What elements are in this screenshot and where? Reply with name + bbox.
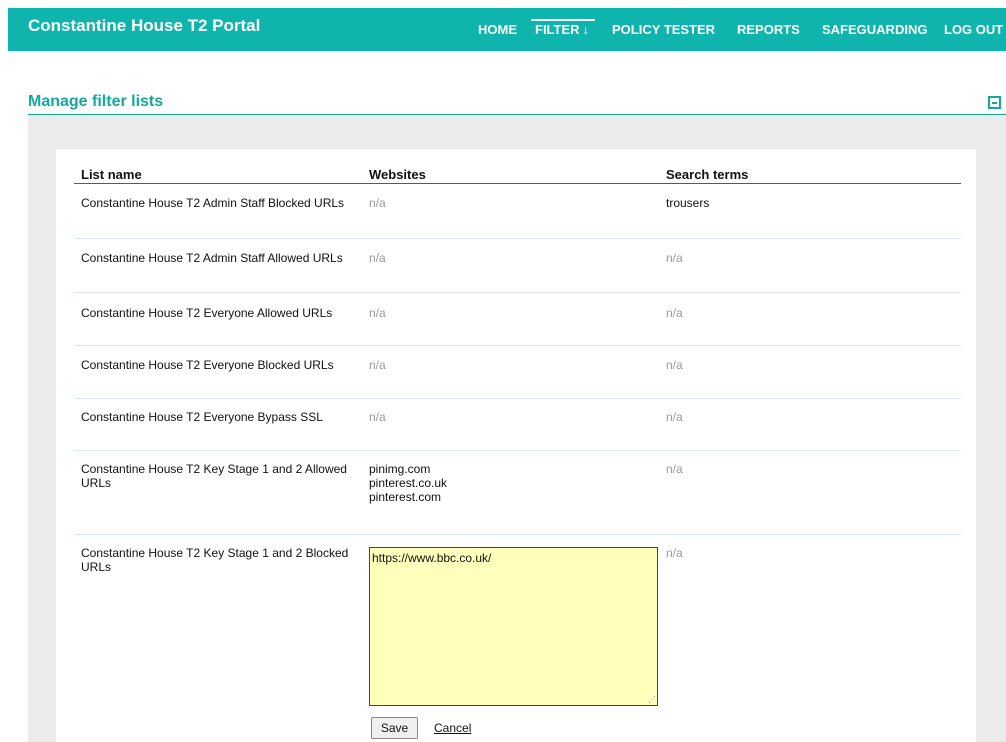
row-separator (74, 450, 961, 451)
table-header-rule (74, 183, 961, 184)
nav-home[interactable]: HOME (478, 8, 517, 51)
nav-policy-tester[interactable]: POLICY TESTER (612, 8, 715, 51)
row-5-websites[interactable]: n/a (369, 410, 649, 424)
row-2-list-name: Constantine House T2 Admin Staff Allowed… (81, 251, 343, 265)
portal-brand[interactable]: Constantine House T2 Portal (28, 16, 260, 36)
row-7-list-name: Constantine House T2 Key Stage 1 and 2 B… (81, 546, 349, 574)
row-1-websites[interactable]: n/a (369, 196, 649, 210)
row-2-search-terms[interactable]: n/a (666, 251, 946, 265)
row-4-list-name: Constantine House T2 Everyone Blocked UR… (81, 358, 334, 372)
row-1-list-name: Constantine House T2 Admin Staff Blocked… (81, 196, 345, 210)
row-3-list-name: Constantine House T2 Everyone Allowed UR… (81, 306, 333, 320)
row-6-websites[interactable]: pinimg.com pinterest.co.uk pinterest.com (369, 462, 649, 504)
nav-filter[interactable]: FILTER ↓ (530, 8, 596, 51)
row-3-search-terms[interactable]: n/a (666, 306, 946, 320)
row-3-websites[interactable]: n/a (369, 306, 649, 320)
row-5-search-terms[interactable]: n/a (666, 410, 946, 424)
nav-safeguarding[interactable]: SAFEGUARDING (822, 8, 927, 51)
nav-filter-label: FILTER (535, 22, 580, 37)
collapse-minus-icon[interactable] (988, 96, 1001, 109)
websites-editor[interactable]: https://www.bbc.co.uk/ (369, 547, 658, 706)
website-entry: pinterest.com (369, 490, 442, 504)
resize-grip-icon[interactable]: ⋰ (648, 696, 656, 704)
row-7-search-terms[interactable]: n/a (666, 546, 946, 560)
row-4-websites[interactable]: n/a (369, 358, 649, 372)
nav-log-out[interactable]: LOG OUT (944, 8, 1003, 51)
website-entry: pinterest.co.uk (369, 476, 448, 490)
row-5-list-name: Constantine House T2 Everyone Bypass SSL (81, 410, 323, 424)
row-separator (74, 398, 961, 399)
column-header-list-name: List name (81, 167, 142, 182)
row-separator (74, 238, 961, 239)
row-4-search-terms[interactable]: n/a (666, 358, 946, 372)
save-button[interactable]: Save (371, 717, 418, 739)
row-6-list-name: Constantine House T2 Key Stage 1 and 2 A… (81, 462, 347, 490)
row-2-websites[interactable]: n/a (369, 251, 649, 265)
row-separator (74, 292, 961, 293)
row-6-search-terms[interactable]: n/a (666, 462, 946, 476)
nav-reports[interactable]: REPORTS (737, 8, 800, 51)
row-separator (74, 534, 961, 535)
row-1-search-terms[interactable]: trousers (666, 196, 946, 210)
row-separator (74, 345, 961, 346)
cancel-link[interactable]: Cancel (434, 721, 471, 735)
website-entry: pinimg.com (369, 462, 431, 476)
dropdown-arrow-icon: ↓ (582, 22, 590, 37)
page-title: Manage filter lists (28, 93, 164, 110)
column-header-search-terms: Search terms (666, 167, 749, 182)
column-header-websites: Websites (369, 167, 426, 182)
